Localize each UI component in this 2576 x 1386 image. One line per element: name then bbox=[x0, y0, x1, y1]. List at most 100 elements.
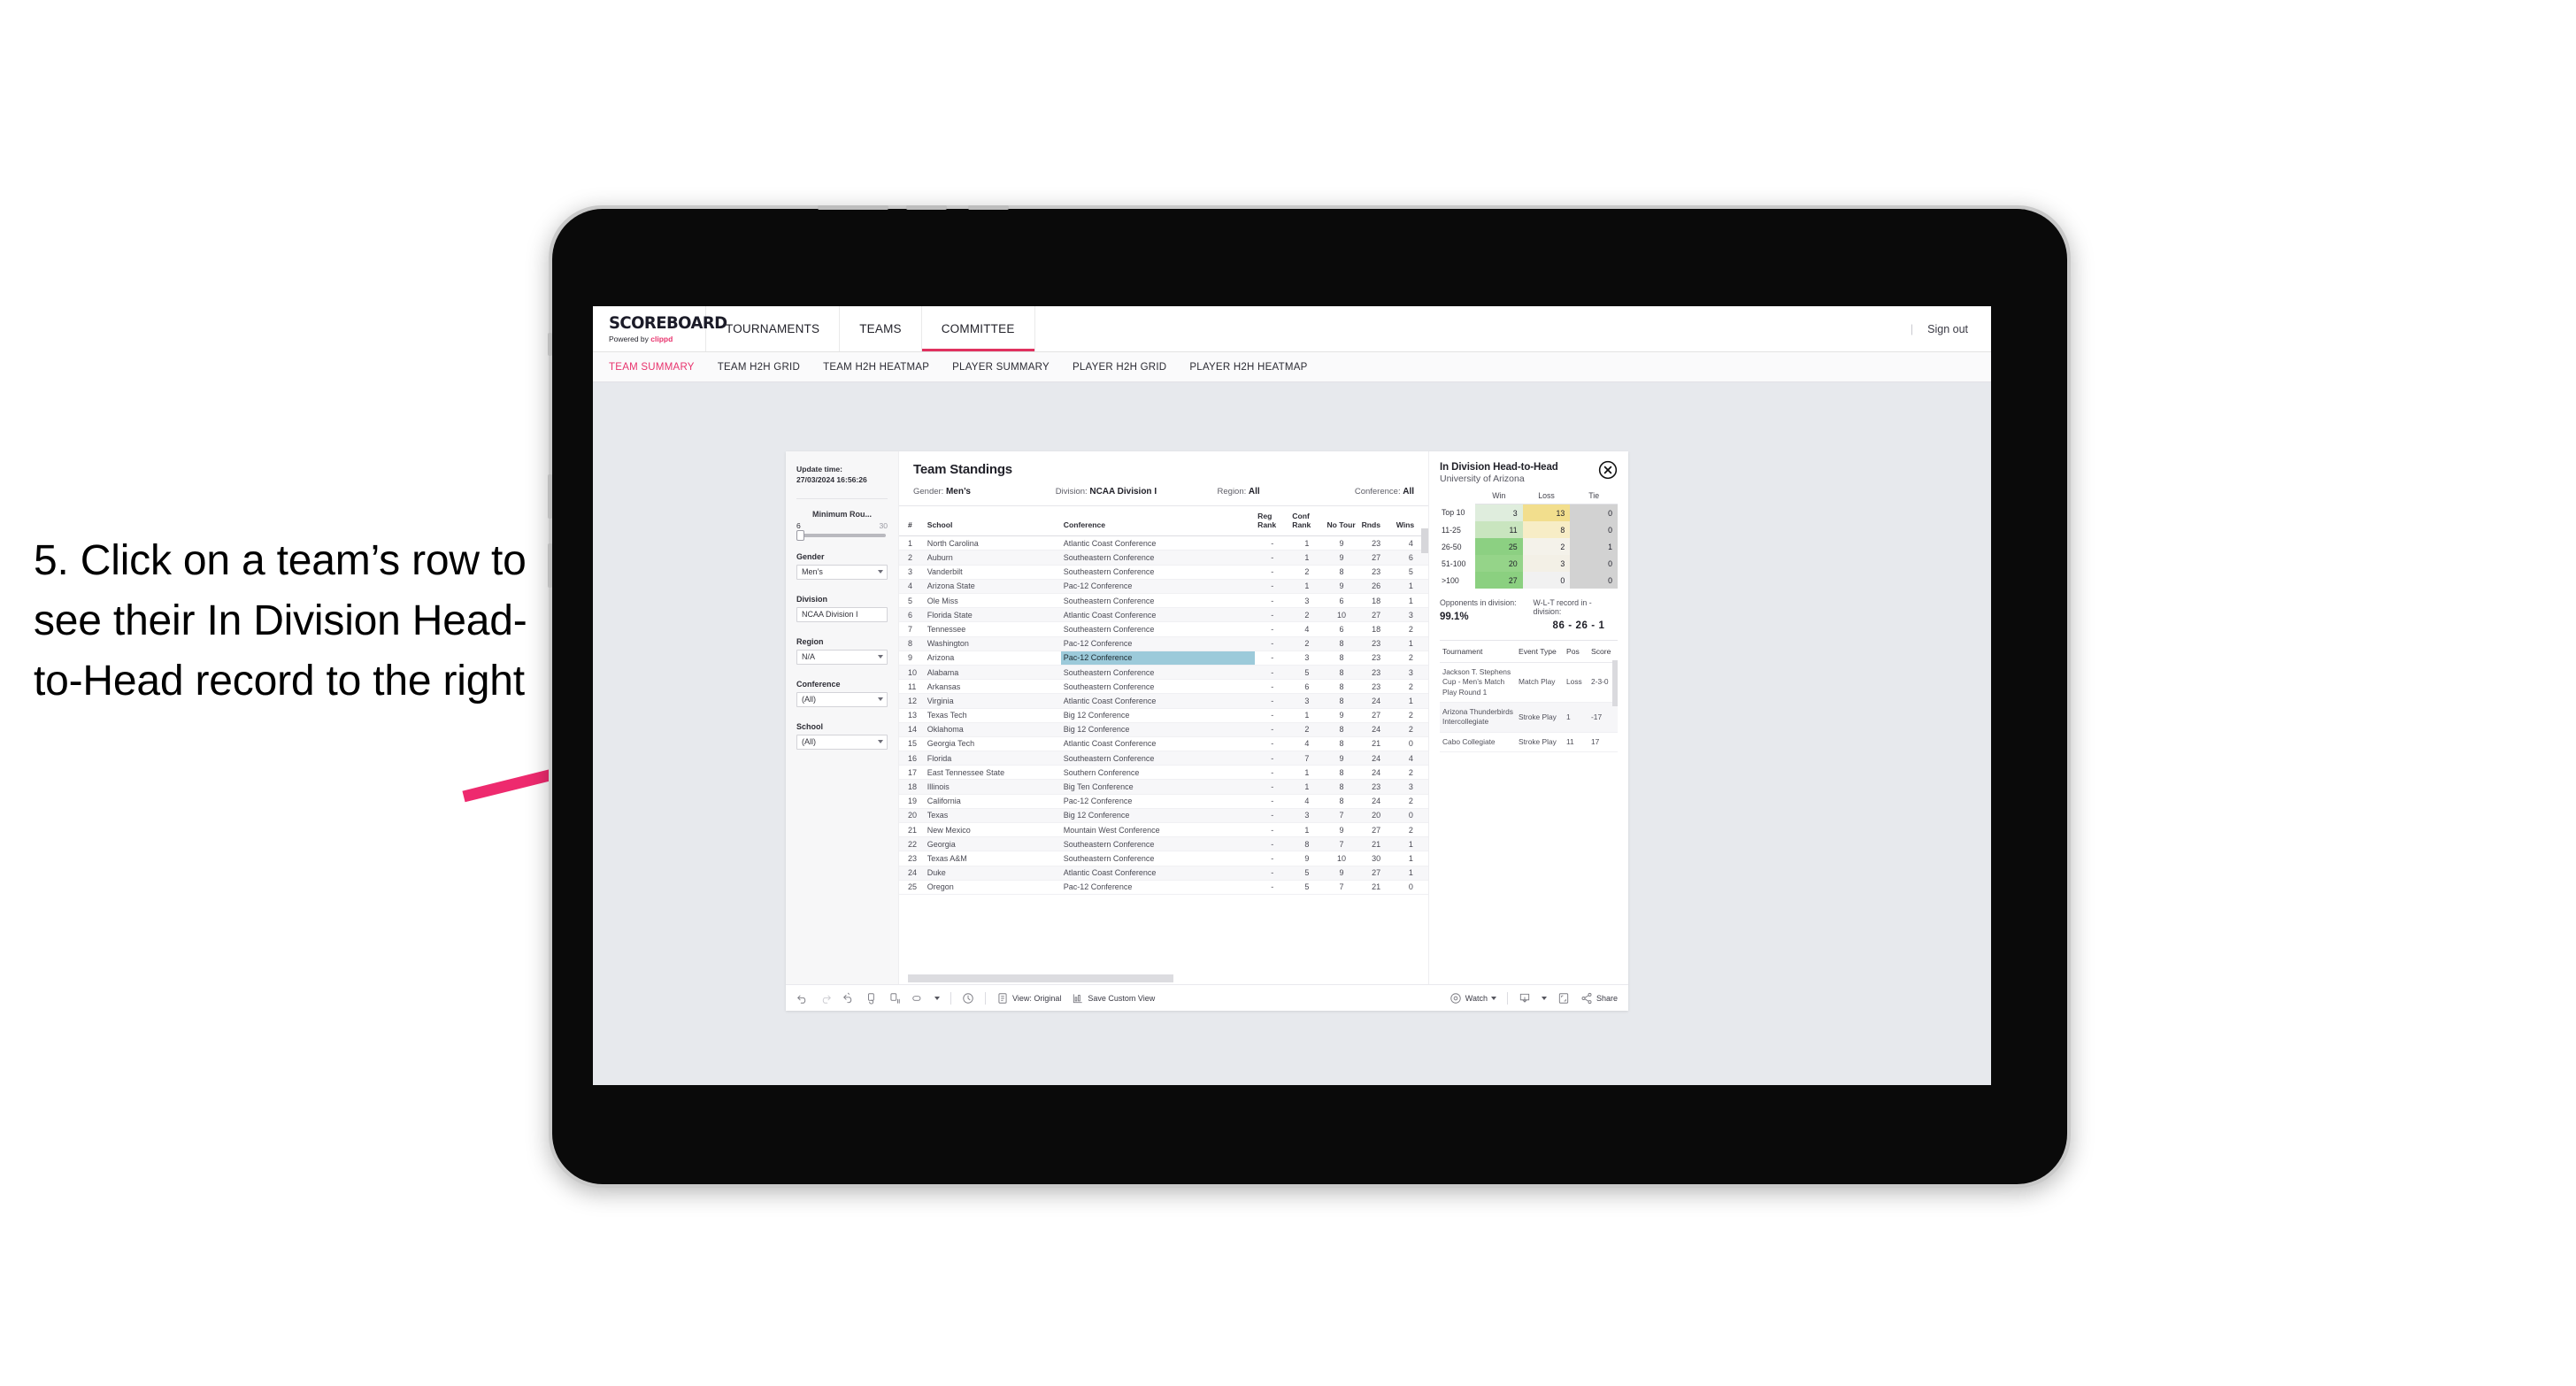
gender-select[interactable]: Men’s bbox=[796, 564, 888, 580]
table-row[interactable]: 11 Arkansas Southeastern Conference -6 8 23 2 bbox=[899, 679, 1428, 695]
highlight-icon[interactable] bbox=[911, 992, 924, 1005]
table-row[interactable]: 9 Arizona Pac-12 Conference -3 8 23 2 bbox=[899, 651, 1428, 666]
cell-wins: 1 bbox=[1393, 579, 1428, 595]
tab-player-h2h-grid[interactable]: PLAYER H2H GRID bbox=[1073, 362, 1166, 373]
cell-rnds: 23 bbox=[1358, 779, 1394, 795]
revert-icon[interactable] bbox=[842, 992, 855, 1005]
table-row[interactable]: 6 Florida State Atlantic Coast Conference -… bbox=[899, 607, 1428, 623]
tournament-pos: 11 bbox=[1564, 732, 1588, 753]
col-conf-rank-header[interactable]: Conf Rank bbox=[1289, 506, 1325, 537]
cell-conf-rank: 4 bbox=[1289, 736, 1325, 752]
table-row[interactable]: 16 Florida Southeastern Conference -7 9 24 4 bbox=[899, 751, 1428, 766]
table-row[interactable]: 17 East Tennessee State Southern Conferenc… bbox=[899, 765, 1428, 781]
cell-reg-rank: - bbox=[1255, 679, 1290, 695]
save-custom-view-button[interactable]: Save Custom View bbox=[1072, 992, 1155, 1005]
tab-player-h2h-heatmap[interactable]: PLAYER H2H HEATMAP bbox=[1189, 362, 1307, 373]
download-chevron-down-icon[interactable] bbox=[1541, 996, 1547, 1000]
col-rnds-header[interactable]: Rnds bbox=[1358, 506, 1394, 537]
table-row[interactable]: 2 Auburn Southeastern Conference -1 9 27 6 bbox=[899, 550, 1428, 566]
table-row[interactable]: 12 Virginia Atlantic Coast Conference -3 8 24… bbox=[899, 693, 1428, 709]
tab-team-h2h-grid[interactable]: TEAM H2H GRID bbox=[718, 362, 800, 373]
standings-horizontal-scrollbar[interactable] bbox=[908, 974, 1173, 982]
conference-select[interactable]: (All) bbox=[796, 691, 888, 707]
table-row[interactable]: 18 Illinois Big Ten Conference -1 8 23 3 bbox=[899, 779, 1428, 795]
col-rank-header[interactable]: # bbox=[899, 506, 925, 537]
highlight-chevron-down-icon[interactable] bbox=[934, 996, 940, 1000]
school-select[interactable]: (All) bbox=[796, 734, 888, 750]
standings-vertical-scrollbar[interactable] bbox=[1421, 528, 1428, 553]
table-row[interactable]: 10 Alabama Southeastern Conference -5 8 23 3 bbox=[899, 665, 1428, 681]
close-circle-icon[interactable] bbox=[1598, 460, 1618, 480]
watch-chevron-down-icon[interactable] bbox=[1490, 996, 1496, 1000]
table-row[interactable]: 1 North Carolina Atlantic Coast Conference… bbox=[899, 535, 1428, 551]
signout-area: | Sign out bbox=[1911, 306, 1991, 351]
opponents-in-division-value: 99.1% bbox=[1440, 612, 1469, 622]
pause-updates-icon[interactable] bbox=[888, 992, 901, 1005]
table-row[interactable]: 14 Oklahoma Big 12 Conference -2 8 24 2 bbox=[899, 722, 1428, 737]
meta-conference-value: All bbox=[1403, 487, 1415, 497]
region-select[interactable]: N/A bbox=[796, 649, 888, 665]
cell-conference: Atlantic Coast Conference bbox=[1060, 535, 1256, 551]
col-pos-header[interactable]: Pos bbox=[1564, 641, 1588, 663]
h2h-header-row: Win Loss Tie bbox=[1440, 491, 1618, 504]
view-original-button[interactable]: View: Original bbox=[996, 992, 1061, 1005]
table-row[interactable]: 13 Texas Tech Big 12 Conference -1 9 27 2 bbox=[899, 708, 1428, 723]
sign-out-link[interactable]: Sign out bbox=[1927, 323, 1968, 335]
tab-team-h2h-heatmap[interactable]: TEAM H2H HEATMAP bbox=[823, 362, 929, 373]
refresh-data-icon[interactable] bbox=[865, 992, 878, 1005]
h2h-row: Top 10 3 13 0 bbox=[1440, 504, 1618, 521]
undo-icon[interactable] bbox=[796, 992, 809, 1005]
tab-team-summary[interactable]: TEAM SUMMARY bbox=[609, 362, 695, 373]
share-button[interactable]: Share bbox=[1580, 992, 1618, 1005]
cell-rnds: 18 bbox=[1358, 593, 1394, 609]
cell-reg-rank: - bbox=[1255, 565, 1290, 580]
col-no-tour-header[interactable]: No Tour bbox=[1324, 506, 1359, 537]
meta-gender: Gender: Men’s bbox=[913, 487, 1056, 497]
dashboard-panel: Update time: 27/03/2024 16:56:26 Minimum… bbox=[786, 451, 1628, 1011]
cell-school: Washington bbox=[924, 636, 1061, 651]
redo-icon[interactable] bbox=[819, 992, 832, 1005]
table-row[interactable]: 21 New Mexico Mountain West Conference -1 9 2… bbox=[899, 822, 1428, 838]
view-original-label: View: Original bbox=[1012, 993, 1062, 1003]
tournament-row[interactable]: Arizona Thunderbirds Intercollegiate Stro… bbox=[1440, 702, 1618, 733]
table-row[interactable]: 8 Washington Pac-12 Conference -2 8 23 1 bbox=[899, 636, 1428, 651]
division-select[interactable]: NCAA Division I bbox=[796, 606, 888, 622]
table-row[interactable]: 24 Duke Atlantic Coast Conference -5 9 27 1 bbox=[899, 866, 1428, 881]
tab-player-summary[interactable]: PLAYER SUMMARY bbox=[952, 362, 1050, 373]
col-tournament-header[interactable]: Tournament bbox=[1440, 641, 1516, 663]
table-row[interactable]: 20 Texas Big 12 Conference -3 7 20 0 bbox=[899, 808, 1428, 824]
nav-item-tournaments[interactable]: TOURNAMENTS bbox=[706, 306, 841, 351]
clock-icon[interactable] bbox=[962, 992, 974, 1005]
table-row[interactable]: 23 Texas A&M Southeastern Conference -9 10 30… bbox=[899, 851, 1428, 866]
nav-item-teams[interactable]: TEAMS bbox=[840, 306, 922, 351]
nav-item-committee[interactable]: COMMITTEE bbox=[921, 306, 1035, 351]
col-score-header[interactable]: Score bbox=[1588, 641, 1618, 663]
fullscreen-icon[interactable] bbox=[1557, 992, 1570, 1005]
slider-thumb[interactable] bbox=[796, 529, 804, 541]
tournament-row[interactable]: Jackson T. Stephens Cup - Men’s Match Pl… bbox=[1440, 662, 1618, 704]
division-filter: Division NCAA Division I bbox=[796, 595, 888, 622]
table-row[interactable]: 15 Georgia Tech Atlantic Coast Conference -… bbox=[899, 736, 1428, 752]
meta-conference-label: Conference: bbox=[1354, 487, 1403, 497]
col-school-header[interactable]: School bbox=[924, 506, 1061, 537]
tournament-name: Arizona Thunderbirds Intercollegiate bbox=[1440, 702, 1516, 733]
cell-rank: 10 bbox=[899, 665, 925, 681]
minimum-rounds-slider[interactable] bbox=[796, 529, 886, 541]
table-row[interactable]: 5 Ole Miss Southeastern Conference -3 6 18 1 bbox=[899, 593, 1428, 609]
view-icon bbox=[998, 992, 1007, 1004]
tournaments-scrollbar[interactable] bbox=[1612, 660, 1618, 706]
table-row[interactable]: 4 Arizona State Pac-12 Conference -1 9 26 1 bbox=[899, 579, 1428, 595]
watch-button[interactable]: Watch bbox=[1449, 992, 1496, 1005]
tournament-event-type: Stroke Play bbox=[1516, 732, 1564, 753]
col-event-type-header[interactable]: Event Type bbox=[1516, 641, 1564, 663]
table-row[interactable]: 25 Oregon Pac-12 Conference -5 7 21 0 bbox=[899, 880, 1428, 895]
table-row[interactable]: 19 California Pac-12 Conference -4 8 24 2 bbox=[899, 794, 1428, 809]
table-row[interactable]: 7 Tennessee Southeastern Conference -4 6 18 2 bbox=[899, 621, 1428, 637]
download-icon[interactable] bbox=[1519, 992, 1531, 1005]
region-label: Region bbox=[796, 636, 824, 646]
col-conference-header[interactable]: Conference bbox=[1060, 506, 1256, 537]
col-reg-rank-header[interactable]: Reg Rank bbox=[1255, 506, 1290, 537]
table-row[interactable]: 22 Georgia Southeastern Conference -8 7 21 1 bbox=[899, 836, 1428, 852]
tournament-row[interactable]: Cabo Collegiate Stroke Play 11 17 bbox=[1440, 732, 1618, 753]
table-row[interactable]: 3 Vanderbilt Southeastern Conference -2 8 23 5 bbox=[899, 565, 1428, 580]
